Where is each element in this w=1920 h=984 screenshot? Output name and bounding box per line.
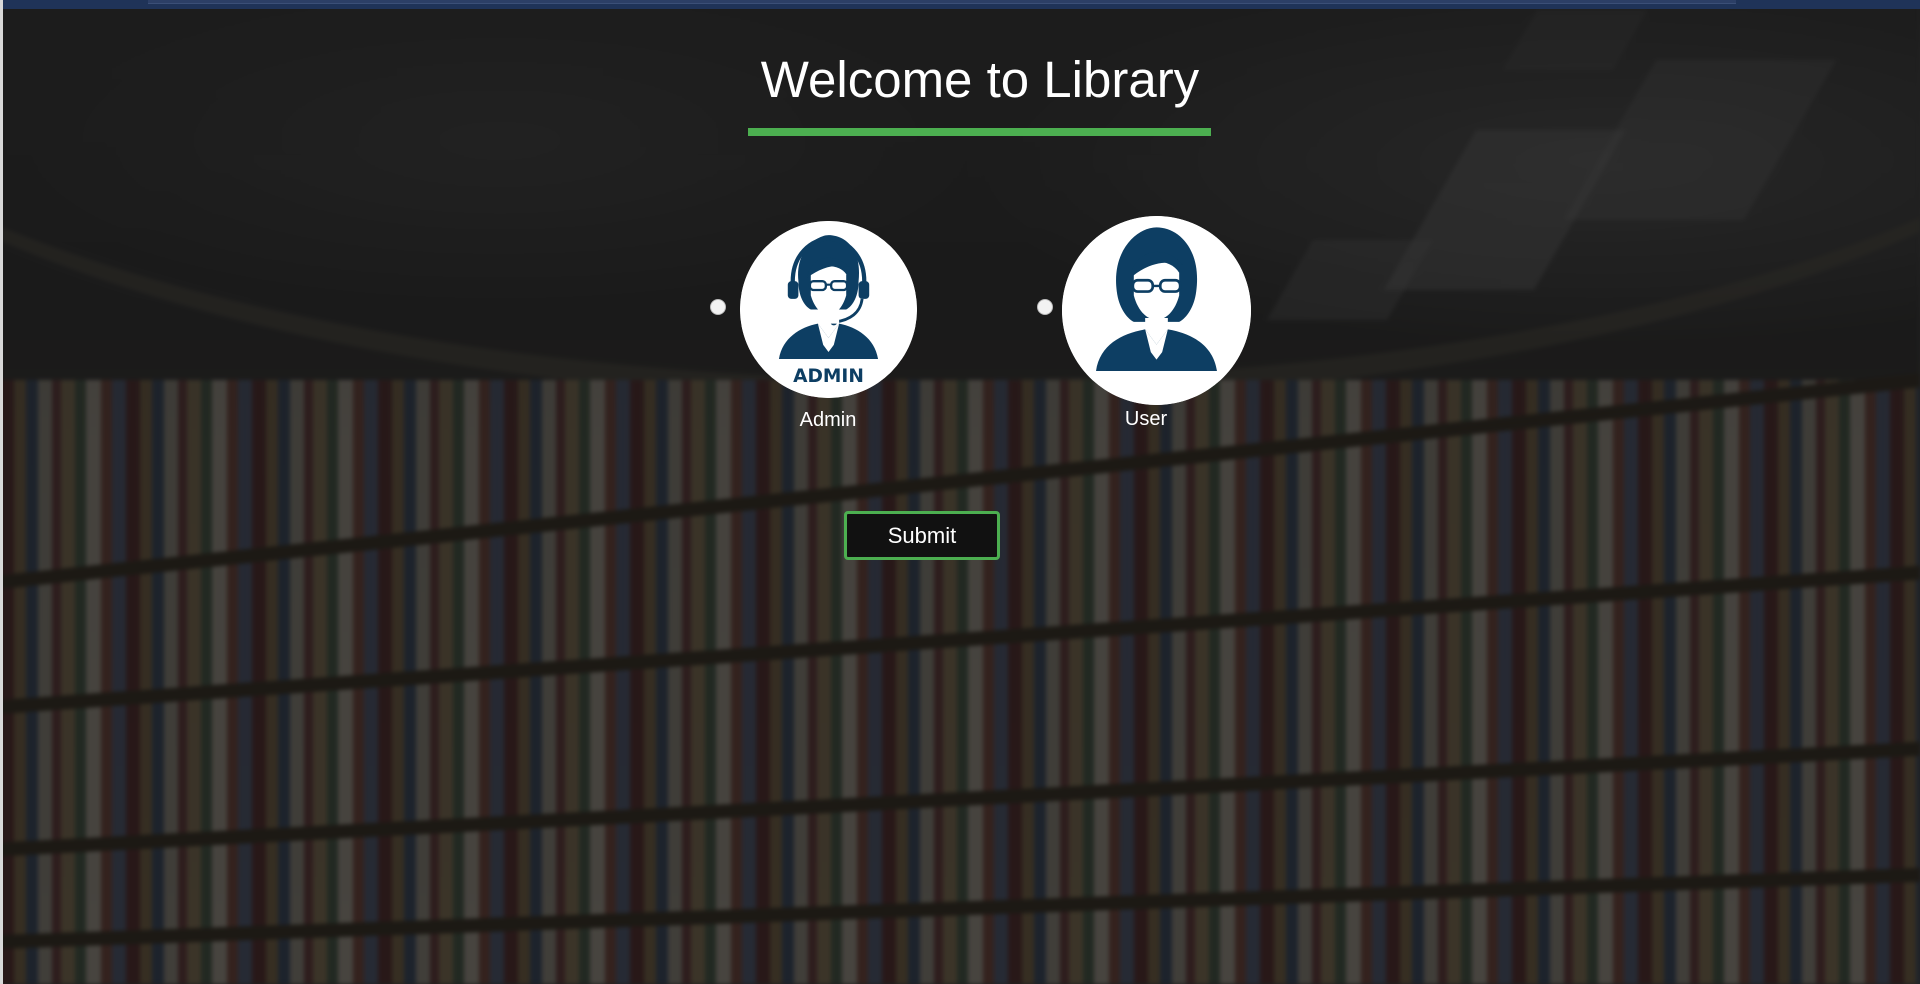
library-welcome-page: Welcome to Library ADMIN Admin User Subm… xyxy=(0,0,1920,984)
user-label: User xyxy=(1124,408,1168,430)
top-strip-inner xyxy=(148,0,1736,4)
admin-radio[interactable] xyxy=(710,299,726,315)
admin-label: Admin xyxy=(799,409,857,431)
left-edge xyxy=(0,0,3,984)
user-radio[interactable] xyxy=(1037,299,1053,315)
user-avatar-svg xyxy=(1062,216,1251,405)
welcome-content: Welcome to Library ADMIN Admin User Subm… xyxy=(0,0,1920,984)
page-title: Welcome to Library xyxy=(760,51,1200,108)
admin-avatar-svg: ADMIN xyxy=(740,221,917,398)
admin-avatar-text: ADMIN xyxy=(793,366,864,387)
admin-avatar-icon[interactable]: ADMIN xyxy=(740,221,917,398)
browser-top-strip xyxy=(0,0,1920,9)
user-avatar-icon[interactable] xyxy=(1062,216,1251,405)
title-underline xyxy=(748,128,1211,136)
submit-button[interactable]: Submit xyxy=(844,511,1000,560)
